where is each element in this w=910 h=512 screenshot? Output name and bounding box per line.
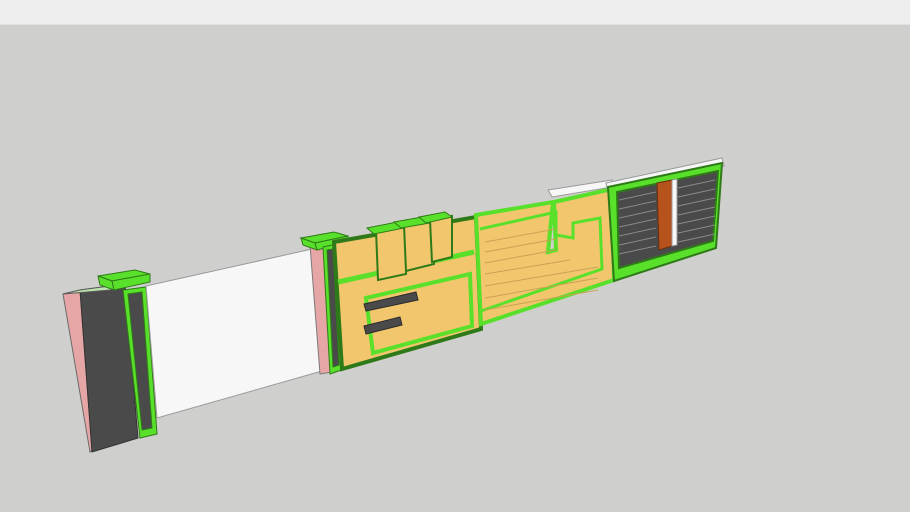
right-vent-panel [605,157,725,283]
gate-sliding-panel [473,179,617,327]
left-pillar [62,269,158,454]
model-canvas[interactable] [0,24,910,512]
top-toolbar [0,0,910,25]
app-window [0,0,910,512]
gate-left-panel [331,211,484,372]
white-wall [145,248,323,419]
3d-model-viewport[interactable] [0,24,910,512]
